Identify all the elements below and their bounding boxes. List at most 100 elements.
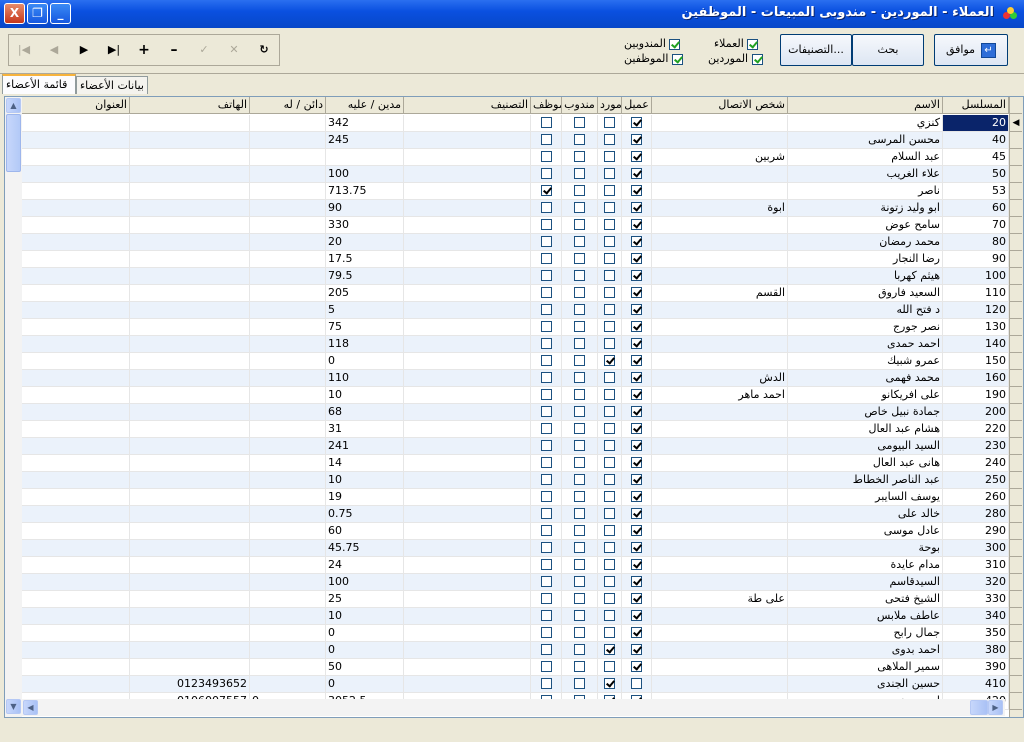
cell-name[interactable]: بوحة	[788, 540, 943, 557]
cell-rep[interactable]	[562, 302, 598, 319]
cell-phone[interactable]	[130, 302, 250, 319]
cell-credit[interactable]	[250, 353, 326, 370]
cell-address[interactable]	[22, 472, 130, 489]
cell-category[interactable]	[404, 591, 531, 608]
cell-employee[interactable]	[531, 557, 562, 574]
cell-contact[interactable]	[652, 625, 788, 642]
filter-suppliers[interactable]: الموردين	[708, 52, 763, 65]
cell-serial[interactable]: 160	[943, 370, 1009, 387]
row-indicator[interactable]	[1010, 608, 1022, 625]
employee-checkbox[interactable]	[540, 559, 552, 570]
table-row[interactable]: 713.75 ناصر 53	[5, 183, 1009, 200]
scroll-right-icon[interactable]: ▶	[988, 700, 1003, 715]
cell-category[interactable]	[404, 268, 531, 285]
cell-customer[interactable]	[622, 574, 652, 591]
cell-name[interactable]: السعيد فاروق	[788, 285, 943, 302]
cell-phone[interactable]	[130, 268, 250, 285]
cell-phone[interactable]	[130, 353, 250, 370]
employee-checkbox[interactable]	[540, 610, 552, 621]
cell-serial[interactable]: 120	[943, 302, 1009, 319]
header-name[interactable]: الاسم	[788, 97, 943, 114]
delete-record-icon[interactable]: –	[165, 42, 183, 58]
table-row[interactable]: 110 الدش محمد فهمى 160	[5, 370, 1009, 387]
cell-balance[interactable]: 0.75	[326, 506, 404, 523]
table-row[interactable]: 24 مدام عايدة 310	[5, 557, 1009, 574]
cell-serial[interactable]: 45	[943, 149, 1009, 166]
rep-checkbox[interactable]	[574, 304, 585, 315]
cell-phone[interactable]	[130, 438, 250, 455]
cell-contact[interactable]	[652, 557, 788, 574]
cell-contact[interactable]: القسم	[652, 285, 788, 302]
cell-contact[interactable]	[652, 132, 788, 149]
cell-serial[interactable]: 240	[943, 455, 1009, 472]
cell-contact[interactable]	[652, 455, 788, 472]
cell-balance[interactable]: 5	[326, 302, 404, 319]
cell-rep[interactable]	[562, 132, 598, 149]
table-row[interactable]: 100 علاء الغريب 50	[5, 166, 1009, 183]
filter-suppliers-checkbox[interactable]	[751, 53, 763, 65]
cell-customer[interactable]	[622, 166, 652, 183]
rep-checkbox[interactable]	[574, 627, 585, 638]
scroll-up-icon[interactable]: ▲	[6, 98, 21, 113]
cell-address[interactable]	[22, 285, 130, 302]
cell-name[interactable]: كنزي	[788, 115, 943, 132]
cell-rep[interactable]	[562, 489, 598, 506]
cancel-edit-icon[interactable]: ✕	[225, 42, 243, 58]
cell-credit[interactable]	[250, 285, 326, 302]
cell-contact[interactable]: شربين	[652, 149, 788, 166]
row-indicator[interactable]	[1010, 251, 1022, 268]
cell-customer[interactable]	[622, 455, 652, 472]
employee-checkbox[interactable]	[540, 219, 552, 230]
cell-credit[interactable]	[250, 387, 326, 404]
cell-address[interactable]	[22, 659, 130, 676]
employee-checkbox[interactable]	[540, 678, 552, 689]
cell-name[interactable]: عبد السلام	[788, 149, 943, 166]
employee-checkbox[interactable]	[540, 542, 552, 553]
cell-serial[interactable]: 410	[943, 676, 1009, 693]
cell-customer[interactable]	[622, 149, 652, 166]
rep-checkbox[interactable]	[574, 474, 585, 485]
last-record-icon[interactable]: ▶|	[105, 42, 123, 58]
row-indicator[interactable]	[1010, 217, 1022, 234]
cell-name[interactable]: رضا النجار	[788, 251, 943, 268]
row-indicator[interactable]	[1010, 319, 1022, 336]
cell-balance[interactable]: 90	[326, 200, 404, 217]
cell-category[interactable]	[404, 557, 531, 574]
cell-customer[interactable]	[622, 659, 652, 676]
supplier-checkbox[interactable]	[604, 593, 615, 604]
cell-supplier[interactable]	[598, 302, 622, 319]
cell-serial[interactable]: 100	[943, 268, 1009, 285]
table-row[interactable]: 10 عبد الناصر الخطاط 250	[5, 472, 1009, 489]
cell-category[interactable]	[404, 217, 531, 234]
employee-checkbox[interactable]	[540, 644, 552, 655]
cell-phone[interactable]	[130, 115, 250, 132]
rep-checkbox[interactable]	[574, 644, 585, 655]
cell-rep[interactable]	[562, 421, 598, 438]
cell-name[interactable]: احمد حمدى	[788, 336, 943, 353]
cell-balance[interactable]: 0	[326, 625, 404, 642]
employee-checkbox[interactable]	[540, 321, 552, 332]
cell-customer[interactable]	[622, 132, 652, 149]
table-row[interactable]: 0 احمد بدوى 380	[5, 642, 1009, 659]
cell-category[interactable]	[404, 523, 531, 540]
row-indicator[interactable]	[1010, 268, 1022, 285]
categories-button[interactable]: التصنيفات...	[780, 34, 852, 66]
cell-balance[interactable]: 100	[326, 574, 404, 591]
cell-serial[interactable]: 350	[943, 625, 1009, 642]
cell-employee[interactable]	[531, 149, 562, 166]
employee-checkbox[interactable]	[540, 627, 552, 638]
cell-employee[interactable]	[531, 455, 562, 472]
cell-employee[interactable]	[531, 438, 562, 455]
employee-checkbox[interactable]	[540, 593, 552, 604]
cell-contact[interactable]	[652, 659, 788, 676]
cell-address[interactable]	[22, 319, 130, 336]
cell-credit[interactable]	[250, 234, 326, 251]
cell-employee[interactable]	[531, 574, 562, 591]
cell-serial[interactable]: 80	[943, 234, 1009, 251]
cell-rep[interactable]	[562, 183, 598, 200]
cell-balance[interactable]: 205	[326, 285, 404, 302]
cell-supplier[interactable]	[598, 336, 622, 353]
table-row[interactable]: 17.5 رضا النجار 90	[5, 251, 1009, 268]
cell-supplier[interactable]	[598, 455, 622, 472]
cell-customer[interactable]	[622, 540, 652, 557]
